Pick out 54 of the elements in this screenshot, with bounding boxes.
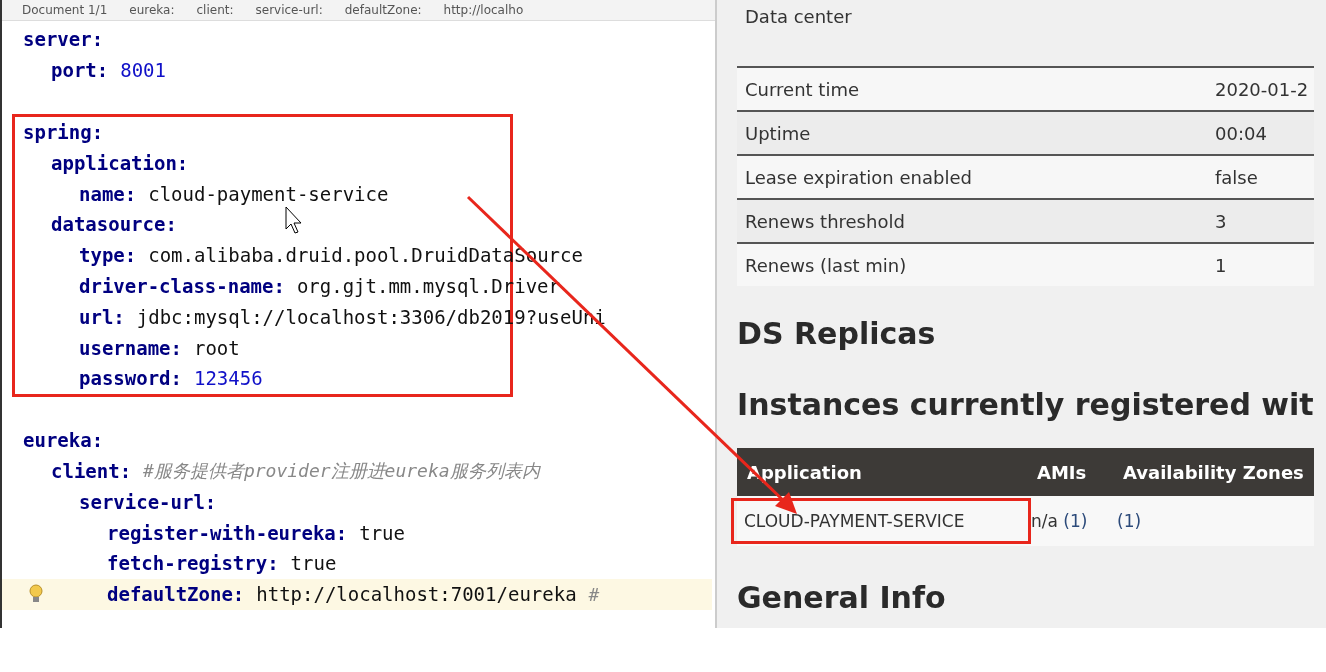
mouse-cursor-icon <box>285 206 302 234</box>
section-heading: General Info <box>737 580 947 616</box>
yaml-key: fetch-registry: <box>107 552 279 575</box>
yaml-value: root <box>193 336 240 359</box>
yaml-key: driver-class-name: <box>79 274 285 297</box>
breadcrumb-item[interactable]: service-url: <box>255 2 323 18</box>
yaml-key: datasource: <box>51 213 177 236</box>
yaml-key: server: <box>23 28 104 51</box>
yaml-key: name: <box>79 182 137 205</box>
column-header: Availability Zones <box>1123 461 1305 483</box>
breadcrumb-item[interactable]: eureka: <box>129 2 175 18</box>
lightbulb-icon[interactable] <box>29 584 43 605</box>
yaml-key: defaultZone: <box>107 583 245 606</box>
breadcrumb-item[interactable]: http://localho <box>443 2 524 18</box>
yaml-key: register-with-eureka: <box>107 521 348 544</box>
yaml-value: 8001 <box>120 59 166 82</box>
yaml-key: port: <box>51 59 109 82</box>
table-cell-text: Uptime <box>745 122 812 144</box>
breadcrumb-item[interactable]: client: <box>196 2 234 18</box>
table-cell-text: Lease expiration enabled <box>745 166 973 188</box>
breadcrumb-item[interactable]: Document 1/1 <box>22 2 108 18</box>
breadcrumb-item[interactable]: defaultZone: <box>344 2 422 18</box>
yaml-key: service-url: <box>79 490 217 513</box>
yaml-value: true <box>290 552 337 575</box>
yaml-key: spring: <box>23 121 104 143</box>
table-cell: n/a <box>1031 511 1058 531</box>
yaml-comment: # <box>588 583 600 605</box>
section-heading: DS Replicas <box>737 316 937 352</box>
data-center-label: Data center <box>744 5 853 29</box>
application-cell: CLOUD-PAYMENT-SERVICE <box>731 498 1031 544</box>
instance-count: (1) <box>1063 511 1088 531</box>
yaml-key: url: <box>79 305 125 328</box>
yaml-value: cloud-payment-service <box>148 182 389 205</box>
instance-count: (1) <box>1117 511 1143 531</box>
table-cell-text: Renews threshold <box>745 210 906 232</box>
yaml-value: 123456 <box>193 367 263 390</box>
table-cell: 1 <box>1215 254 1227 276</box>
yaml-value: true <box>359 521 405 544</box>
yaml-key: client: <box>51 459 132 482</box>
yaml-value: #服务提供者provider注册进eureka服务列表内 <box>143 458 540 483</box>
table-cell: 2020-01-2 <box>1215 78 1309 100</box>
yaml-key: username: <box>79 336 182 359</box>
table-cell: 00:04 <box>1215 122 1267 144</box>
yaml-key: application: <box>51 151 189 174</box>
yaml-key: eureka: <box>23 429 104 452</box>
column-header: AMIs <box>1037 461 1088 483</box>
table-cell-text: Current time <box>745 78 860 100</box>
yaml-key: password: <box>79 367 182 390</box>
yaml-value: http://localhost:7001/eureka <box>256 583 577 606</box>
section-heading: Instances currently registered wit <box>737 387 1314 423</box>
table-cell: false <box>1215 166 1258 188</box>
table-cell-text: Renews (last min) <box>745 254 908 276</box>
table-cell: 3 <box>1215 210 1227 232</box>
yaml-key: type: <box>79 244 137 267</box>
